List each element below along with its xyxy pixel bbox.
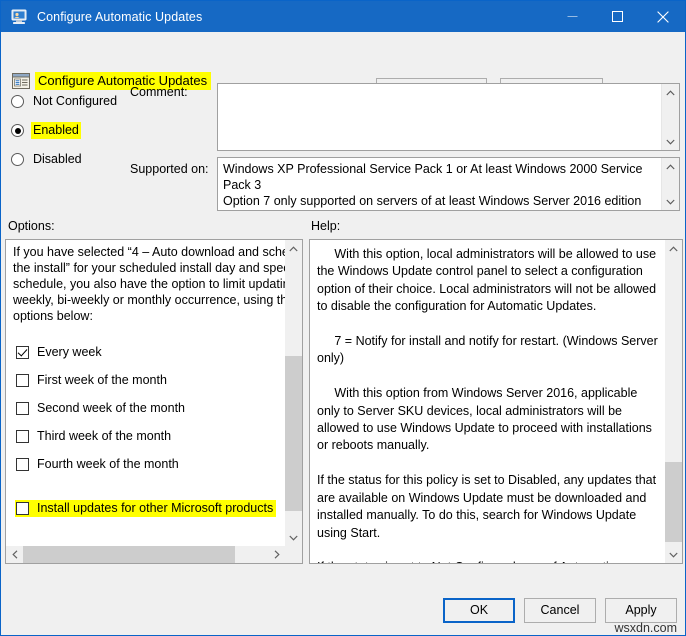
ok-button[interactable]: OK xyxy=(443,598,515,623)
state-and-comment-area: Not Configured Enabled Disabled Comment: xyxy=(1,77,685,217)
scroll-down-icon[interactable] xyxy=(666,133,675,150)
radio-enabled-label: Enabled xyxy=(31,122,81,139)
help-vertical-scrollbar[interactable] xyxy=(665,240,682,563)
watermark: wsxdn.com xyxy=(614,621,677,635)
scroll-up-icon[interactable] xyxy=(285,240,302,257)
checkbox-row-third-week[interactable]: Third week of the month xyxy=(6,422,287,450)
options-vertical-scrollbar[interactable] xyxy=(285,240,302,546)
radio-option-not-configured[interactable]: Not Configured xyxy=(11,87,129,116)
scrollbar-corner xyxy=(285,546,302,563)
window-controls xyxy=(550,1,685,32)
scroll-down-icon[interactable] xyxy=(665,546,682,563)
supported-on-value: Windows XP Professional Service Pack 1 o… xyxy=(223,162,643,208)
options-label: Options: xyxy=(8,219,55,233)
scroll-down-icon[interactable] xyxy=(285,529,302,546)
checkbox-other-products-label: Install updates for other Microsoft prod… xyxy=(37,500,274,515)
scroll-up-icon[interactable] xyxy=(666,158,675,175)
options-checkbox-list: Every week First week of the month Secon… xyxy=(6,338,287,522)
checkbox-every-week-indicator xyxy=(16,345,29,359)
help-text: With this option, local administrators w… xyxy=(317,247,658,563)
scroll-up-icon[interactable] xyxy=(666,84,675,101)
footer-buttons: OK Cancel Apply xyxy=(443,598,677,623)
options-scroll-thumb[interactable] xyxy=(285,356,302,511)
radio-enabled-indicator xyxy=(11,124,24,137)
policy-state-radio-group: Not Configured Enabled Disabled xyxy=(11,87,129,174)
apply-button[interactable]: Apply xyxy=(605,598,677,623)
checkbox-third-week-indicator xyxy=(16,429,29,443)
help-panel: With this option, local administrators w… xyxy=(309,239,683,564)
checkbox-row-other-microsoft-products[interactable]: Install updates for other Microsoft prod… xyxy=(6,494,287,522)
checkbox-first-week-label: First week of the month xyxy=(37,372,167,387)
radio-not-configured-indicator xyxy=(11,95,24,108)
options-intro-text: If you have selected “4 – Auto download … xyxy=(13,245,287,323)
options-horizontal-scrollbar[interactable] xyxy=(6,546,285,563)
supported-on-field: Windows XP Professional Service Pack 1 o… xyxy=(217,157,680,211)
checkbox-row-second-week[interactable]: Second week of the month xyxy=(6,394,287,422)
configure-automatic-updates-dialog: Configure Automatic Updates Configure Au… xyxy=(0,0,686,636)
checkbox-third-week-label: Third week of the month xyxy=(37,428,172,443)
options-content: If you have selected “4 – Auto download … xyxy=(6,240,287,531)
radio-disabled-label: Disabled xyxy=(33,152,82,166)
scroll-up-icon[interactable] xyxy=(665,240,682,257)
supported-on-label: Supported on: xyxy=(130,162,209,176)
title-bar: Configure Automatic Updates xyxy=(1,1,685,32)
dialog-footer: OK Cancel Apply wsxdn.com xyxy=(1,591,685,635)
cancel-button[interactable]: Cancel xyxy=(524,598,596,623)
computer-policy-icon xyxy=(10,9,28,25)
close-icon[interactable] xyxy=(640,1,685,32)
radio-disabled-indicator xyxy=(11,153,24,166)
radio-option-disabled[interactable]: Disabled xyxy=(11,145,129,174)
options-help-area: Options: Help: If you have selected “4 –… xyxy=(1,217,685,591)
checkbox-row-first-week[interactable]: First week of the month xyxy=(6,366,287,394)
window-title: Configure Automatic Updates xyxy=(37,9,203,24)
checkbox-second-week-indicator xyxy=(16,401,29,415)
comment-input[interactable] xyxy=(218,84,661,150)
comment-scrollbar[interactable] xyxy=(661,84,679,150)
checkbox-first-week-indicator xyxy=(16,373,29,387)
options-hscroll-track[interactable] xyxy=(23,546,268,563)
help-label: Help: xyxy=(311,219,341,233)
checkbox-other-products-indicator xyxy=(16,501,29,515)
checkbox-second-week-label: Second week of the month xyxy=(37,400,186,415)
setting-header: Configure Automatic Updates Previous Set… xyxy=(1,32,685,102)
checkbox-row-every-week[interactable]: Every week xyxy=(6,338,287,366)
scroll-left-icon[interactable] xyxy=(6,546,23,563)
maximize-icon[interactable] xyxy=(595,1,640,32)
help-scroll-thumb[interactable] xyxy=(665,462,682,542)
checkbox-row-fourth-week[interactable]: Fourth week of the month xyxy=(6,450,287,478)
checkbox-fourth-week-indicator xyxy=(16,457,29,471)
comment-field[interactable] xyxy=(217,83,680,151)
checkbox-every-week-label: Every week xyxy=(37,344,102,359)
radio-option-enabled[interactable]: Enabled xyxy=(11,116,129,145)
radio-not-configured-label: Not Configured xyxy=(33,94,118,108)
options-panel: If you have selected “4 – Auto download … xyxy=(5,239,303,564)
scroll-down-icon[interactable] xyxy=(666,193,675,210)
minimize-icon[interactable] xyxy=(550,1,595,32)
options-hscroll-thumb[interactable] xyxy=(23,546,235,563)
scroll-right-icon[interactable] xyxy=(268,546,285,563)
comment-label: Comment: xyxy=(130,85,188,99)
checkbox-fourth-week-label: Fourth week of the month xyxy=(37,456,179,471)
supported-on-scrollbar[interactable] xyxy=(661,158,679,210)
